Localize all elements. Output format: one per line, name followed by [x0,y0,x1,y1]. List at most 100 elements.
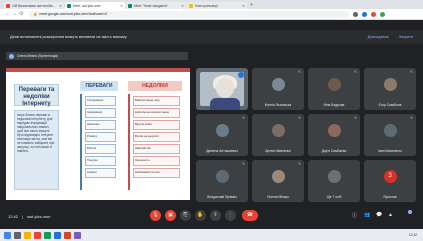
participant-name: Ярослав [383,195,397,199]
browser-tab[interactable]: Нові пропозиції ✕ [187,2,247,9]
raise-hand-button[interactable]: ✋ [195,210,206,221]
powerpoint-icon[interactable] [64,231,71,239]
info-icon[interactable]: ⓘ [352,212,357,219]
close-icon[interactable]: ✕ [242,4,245,8]
chrome-icon[interactable] [34,231,41,239]
forward-button[interactable]: → [11,11,18,18]
participant-tile[interactable]: ✎ Ніна Бедрова [308,68,360,110]
extension-warning-bar: Деякі встановлені розширення можуть впли… [0,30,423,44]
activities-icon[interactable]: ▲ [388,212,393,218]
browser-tab[interactable]: Meet: "Нове засідання" ✕ [126,2,186,9]
close-icon[interactable]: ✕ [120,4,123,8]
cons-item: Вплив на здоров'я [133,132,180,142]
folder-icon[interactable] [24,231,31,239]
warning-text: Деякі встановлені розширення можуть впли… [10,35,127,39]
cons-item: Небажаний контент [133,168,180,178]
presenter-label: Олена Мініна (Презентація) [6,52,188,60]
pros-item: Новини [85,168,116,178]
speaking-indicator-icon [238,72,244,78]
participant-name: Іван Коваленко [378,149,402,153]
dismiss-button[interactable]: Закрити [399,35,413,39]
meet-favicon-icon [128,3,132,8]
participant-tile[interactable]: З Ярослав [364,160,416,202]
avatar [215,124,229,137]
word-icon[interactable] [54,231,61,239]
app-icon[interactable] [74,231,81,239]
profile-icon[interactable] [380,11,385,17]
meeting-code: uwt-jdzz-zsm [27,214,51,219]
notification-badge [408,210,412,214]
cons-list: Використання часу Небезпечне використанн… [128,94,182,190]
browser-tab[interactable]: 108 Визначаємо життєстійк... ✕ [4,2,64,9]
back-button[interactable]: ← [4,11,11,18]
shared-screen: Переваги та недоліки Інтернету Існує баг… [6,68,190,200]
participant-tile[interactable]: ✎ Владислав Правкін [196,160,248,202]
meet-favicon-icon [67,3,71,8]
tab-favicon-icon [6,3,10,8]
cons-item: Залежність [133,156,180,166]
slide-title: Переваги та недоліки Інтернету [14,84,59,107]
more-participants-tile[interactable]: Ще 7 осіб [308,160,360,202]
url-text: meet.google.com/uwt-jdzz-zsm?authuser=0 [39,12,108,16]
extension-icon[interactable] [353,11,358,17]
reload-button[interactable]: ⟳ [18,11,25,18]
pin-icon[interactable]: ✎ [242,116,245,120]
pin-icon[interactable]: ✎ [410,116,413,120]
chat-icon[interactable]: 💬 [376,212,382,218]
close-icon[interactable]: ✕ [59,4,62,8]
avatar [9,53,14,59]
search-icon[interactable] [14,231,21,239]
start-icon[interactable] [4,231,11,239]
camera-off-button[interactable]: ▣ [165,210,176,221]
participant-name: Єгор Самійлов [378,103,402,107]
pin-icon[interactable]: ✎ [298,116,301,120]
avatar [383,78,397,91]
pros-heading: ПЕРЕВАГИ [80,81,118,91]
separator: | [22,214,24,219]
pros-item: Робота [85,144,116,154]
participant-video [200,72,244,110]
tab-favicon-icon [189,3,193,8]
pin-icon[interactable]: ✎ [354,116,357,120]
extension-icon[interactable] [362,11,367,17]
tab-label: 108 Визначаємо життєстійк... [12,3,55,8]
mic-off-button[interactable]: 🎙 [150,210,161,221]
browser-tab-bar: 108 Визначаємо життєстійк... ✕ Meet: uwt… [0,0,423,9]
captions-button[interactable]: ⎘ [180,210,191,221]
excel-icon[interactable] [44,231,51,239]
participant-tile-speaker[interactable] [196,68,248,110]
avatar [327,124,341,137]
pros-item: Спілкування [85,96,116,106]
leave-call-button[interactable]: ☎ [242,210,258,221]
avatar [327,78,341,91]
pin-icon[interactable]: ✎ [242,162,245,166]
participant-tile[interactable]: ✎ Ксенія Лозинська [252,68,304,110]
speaker-face [216,78,234,98]
learn-more-link[interactable]: Докладніше [368,35,389,39]
participant-tile[interactable]: ✎ Іван Коваленко [364,114,416,156]
url-input[interactable]: 🔒 meet.google.com/uwt-jdzz-zsm?authuser=… [29,10,349,18]
pin-icon[interactable]: ✎ [298,162,301,166]
browser-tab-active[interactable]: Meet: uwt-jdzz-zsm ✕ [65,2,125,9]
more-options-button[interactable]: ⋮ [225,210,236,221]
slide-body-text: Існує багато переваг в недоліків Інтерне… [14,110,59,190]
extension-icon[interactable] [371,11,376,17]
presenter-name: Олена Мініна (Презентація) [17,54,59,58]
pros-item: Навчання [85,120,116,130]
pros-item: Покупки [85,156,116,166]
pin-icon[interactable]: ✎ [354,70,357,74]
people-icon[interactable]: 👥 [364,212,370,218]
tab-label: Meet: uwt-jdzz-zsm [73,3,101,8]
participant-tile[interactable]: ✎ Поліна Мінько [252,160,304,202]
participant-tile[interactable]: ✎ Єгор Самійлов [364,68,416,110]
taskbar-clock: 12:42 [408,233,417,237]
present-button[interactable]: ⇧ [210,210,221,221]
avatar [271,170,285,183]
participant-tile[interactable]: ✎ Артем Шевченко [252,114,304,156]
participant-tile[interactable]: ✎ Дар'я Симбаєва [308,114,360,156]
pin-icon[interactable]: ✎ [298,70,301,74]
close-icon[interactable]: ✕ [181,4,184,8]
pin-icon[interactable]: ✎ [410,70,413,74]
new-tab-button[interactable]: + [248,2,255,9]
participant-tile[interactable]: ✎ Даніела Антошкевич [196,114,248,156]
